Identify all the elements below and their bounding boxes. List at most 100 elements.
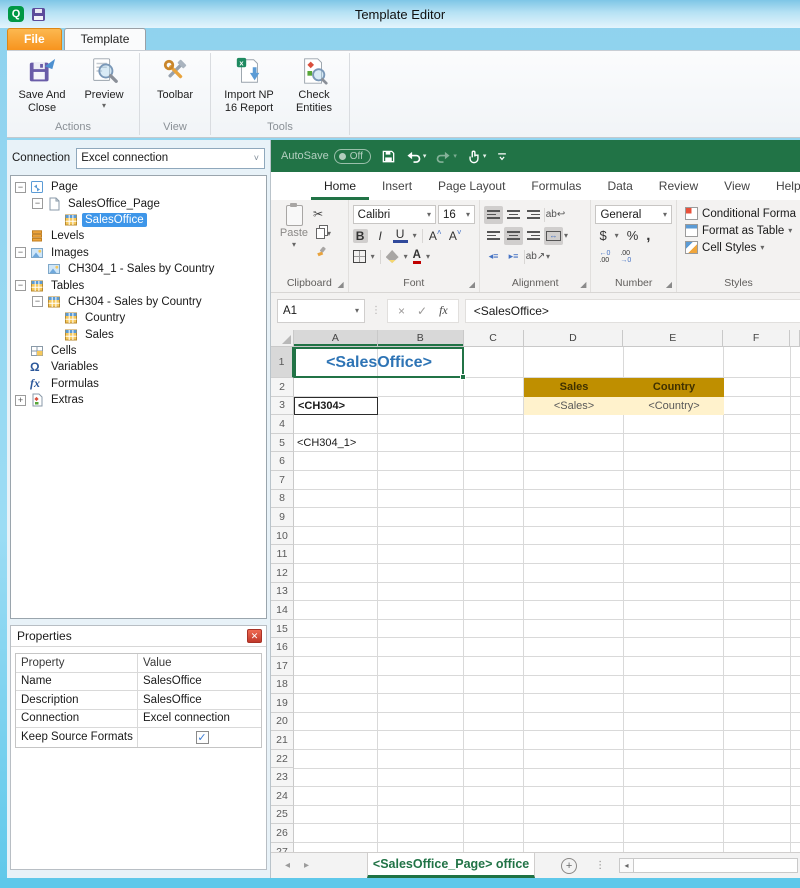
redo-button[interactable]: ▾	[436, 150, 457, 163]
column-header-F[interactable]: F	[723, 330, 790, 346]
column-header-A[interactable]: A	[294, 330, 378, 346]
row-header-11[interactable]: 11	[271, 545, 294, 564]
close-icon[interactable]: ✕	[247, 629, 262, 643]
autosave-toggle[interactable]: AutoSave Off	[281, 149, 371, 164]
row-header-1[interactable]: 1	[271, 347, 294, 378]
cell-D3[interactable]: <Sales>	[524, 397, 624, 416]
row-header-13[interactable]: 13	[271, 583, 294, 602]
tree-item-page[interactable]: −Page	[11, 179, 266, 195]
underline-dropdown-icon[interactable]: ▾	[413, 231, 417, 240]
horizontal-scrollbar[interactable]	[634, 858, 798, 873]
clipboard-dialog-launcher[interactable]: ◢	[337, 280, 343, 289]
row-header-2[interactable]: 2	[271, 378, 294, 397]
row-header-4[interactable]: 4	[271, 415, 294, 434]
number-dialog-launcher[interactable]: ◢	[666, 280, 672, 289]
increase-font-button[interactable]: A	[428, 228, 443, 243]
undo-button[interactable]: ▾	[406, 150, 427, 163]
align-right-button[interactable]	[524, 227, 543, 245]
collapse-icon[interactable]: −	[15, 247, 26, 258]
cell-A3[interactable]: <CH304>	[294, 397, 378, 416]
preview-dropdown-icon[interactable]: ▾	[102, 102, 106, 110]
decrease-indent-button[interactable]: ◂≡	[484, 248, 503, 266]
tree-item-salesoffice[interactable]: SalesOffice	[11, 212, 266, 228]
toolbar-button[interactable]: Toolbar	[146, 55, 204, 102]
touch-mode-button[interactable]: ▾	[467, 149, 487, 164]
conditional-formatting-button[interactable]: Conditional Forma	[685, 207, 796, 220]
sheet-tab[interactable]: <SalesOffice_Page> office	[367, 853, 535, 878]
wrap-text-button[interactable]: ab↩	[546, 206, 565, 224]
currency-dropdown-icon[interactable]: ▾	[615, 231, 619, 240]
excel-tab-page-layout[interactable]: Page Layout	[425, 174, 518, 200]
check-entities-button[interactable]: Check Entities	[285, 55, 343, 115]
bottom-align-button[interactable]	[524, 206, 543, 224]
property-value[interactable]: SalesOffice	[143, 675, 202, 687]
tree-item-extras[interactable]: +Extras	[11, 392, 266, 408]
top-align-button[interactable]	[484, 206, 503, 224]
tree-item-ch304-sales-by-country[interactable]: −CH304 - Sales by Country	[11, 294, 266, 310]
paste-button[interactable]: Paste ▾	[275, 203, 313, 275]
increase-decimal-button[interactable]: ←0.00	[599, 250, 610, 264]
middle-align-button[interactable]	[504, 206, 523, 224]
tree-item-variables[interactable]: ΩVariables	[11, 359, 266, 375]
next-sheet-button[interactable]: ▸	[304, 860, 309, 871]
row-header-5[interactable]: 5	[271, 434, 294, 453]
excel-tab-formulas[interactable]: Formulas	[518, 174, 594, 200]
enter-button[interactable]: ✓	[417, 304, 427, 318]
row-header-9[interactable]: 9	[271, 508, 294, 527]
font-color-dropdown-icon[interactable]: ▾	[426, 252, 430, 261]
excel-tab-review[interactable]: Review	[646, 174, 711, 200]
decrease-font-button[interactable]: A	[448, 228, 463, 243]
comma-button[interactable]: ,	[646, 227, 650, 244]
underline-button[interactable]: U	[393, 229, 408, 243]
fill-dropdown-icon[interactable]: ▾	[404, 252, 408, 261]
row-header-3[interactable]: 3	[271, 397, 294, 416]
row-header-21[interactable]: 21	[271, 731, 294, 750]
merge-dropdown-icon[interactable]: ▾	[564, 231, 568, 240]
row-header-22[interactable]: 22	[271, 750, 294, 769]
tree-item-country[interactable]: Country	[11, 310, 266, 326]
tree-item-tables[interactable]: −Tables	[11, 277, 266, 293]
font-color-button[interactable]: A	[413, 250, 421, 264]
bold-button[interactable]: B	[353, 229, 368, 243]
excel-save-button[interactable]	[381, 149, 396, 164]
tree-item-salesoffice-page[interactable]: −SalesOffice_Page	[11, 195, 266, 211]
align-left-button[interactable]	[484, 227, 503, 245]
alignment-dialog-launcher[interactable]: ◢	[580, 280, 586, 289]
column-header-B[interactable]: B	[378, 330, 464, 346]
column-header-D[interactable]: D	[524, 330, 624, 346]
cancel-button[interactable]: ×	[398, 304, 405, 318]
collapse-icon[interactable]: −	[15, 280, 26, 291]
checkbox-checked[interactable]: ✓	[196, 731, 209, 744]
font-size-select[interactable]: 16▾	[438, 205, 475, 224]
tree-item-cells[interactable]: Cells	[11, 343, 266, 359]
row-header-25[interactable]: 25	[271, 806, 294, 825]
row-header-26[interactable]: 26	[271, 824, 294, 843]
row-header-6[interactable]: 6	[271, 452, 294, 471]
column-header-E[interactable]: E	[623, 330, 723, 346]
tree-item-ch304-1-sales-by-country[interactable]: CH304_1 - Sales by Country	[11, 261, 266, 277]
collapse-icon[interactable]: −	[32, 198, 43, 209]
expand-icon[interactable]: +	[15, 395, 26, 406]
align-center-button[interactable]	[504, 227, 523, 245]
excel-tab-data[interactable]: Data	[594, 174, 645, 200]
increase-indent-button[interactable]: ▸≡	[504, 248, 523, 266]
cell-E2[interactable]: Country	[624, 378, 724, 397]
tree-item-sales[interactable]: Sales	[11, 327, 266, 343]
row-header-10[interactable]: 10	[271, 527, 294, 546]
property-value[interactable]: Excel connection	[143, 712, 230, 724]
cell-styles-button[interactable]: Cell Styles▾	[685, 241, 796, 254]
tree-item-images[interactable]: −Images	[11, 245, 266, 261]
excel-tab-view[interactable]: View	[711, 174, 763, 200]
font-dialog-launcher[interactable]: ◢	[469, 280, 475, 289]
formula-input[interactable]: <SalesOffice>	[465, 299, 800, 323]
tab-template[interactable]: Template	[64, 28, 147, 50]
save-and-close-button[interactable]: Save And Close	[13, 55, 71, 115]
tree-item-formulas[interactable]: fxFormulas	[11, 376, 266, 392]
row-header-18[interactable]: 18	[271, 676, 294, 695]
customize-quick-access-button[interactable]	[496, 150, 508, 162]
row-header-8[interactable]: 8	[271, 490, 294, 509]
preview-button[interactable]: Preview ▾	[75, 55, 133, 110]
cell-A5[interactable]: <CH304_1>	[294, 434, 378, 453]
new-sheet-button[interactable]: +	[561, 858, 577, 874]
row-header-14[interactable]: 14	[271, 601, 294, 620]
